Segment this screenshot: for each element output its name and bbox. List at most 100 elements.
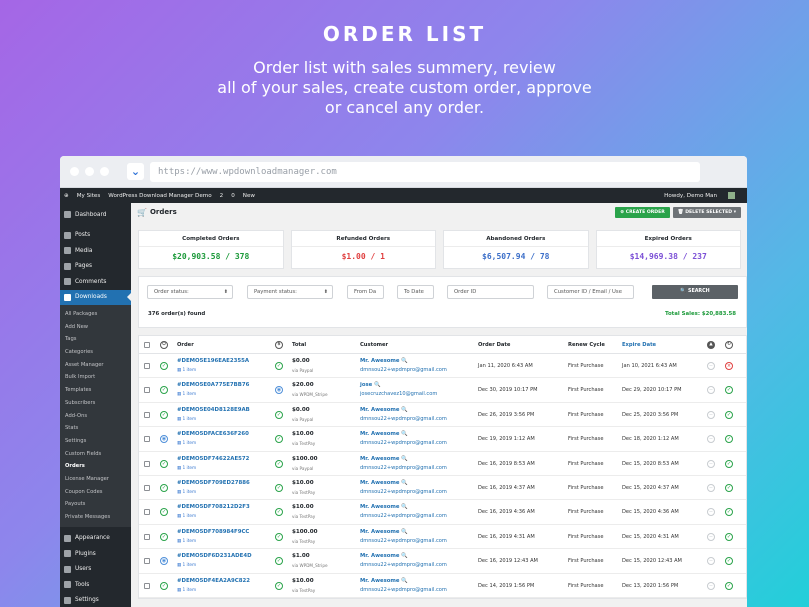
customer-name-link[interactable]: Mr. Awesome 🔍 <box>360 504 408 510</box>
row-checkbox[interactable] <box>144 484 150 491</box>
table-row[interactable]: ✓ #DEMO5DF74622AE572 ▦ 1 item ✓ $100.00 via P… <box>139 452 746 476</box>
row-state-icon[interactable]: ✓ <box>725 435 733 444</box>
submenu-item[interactable]: Stats <box>60 422 131 435</box>
window-close-button[interactable] <box>70 167 79 176</box>
sidebar-item-tools[interactable]: Tools <box>60 577 131 593</box>
submenu-item[interactable]: Private Messages <box>60 511 131 524</box>
table-row[interactable]: ◉ #DEMO5DF6D231ADE4D ▦ 1 item ✓ $1.00 via WPD… <box>139 549 746 574</box>
sidebar-item-downloads[interactable]: Downloads <box>60 289 131 305</box>
sidebar-item-settings[interactable]: Settings <box>60 593 131 607</box>
row-checkbox[interactable] <box>144 460 150 467</box>
submenu-item[interactable]: Payouts <box>60 498 131 511</box>
admin-bar-updates[interactable]: 2 <box>220 193 224 199</box>
create-order-button[interactable]: ⊕ CREATE ORDER <box>615 206 670 218</box>
row-checkbox[interactable] <box>144 387 150 394</box>
customer-name-link[interactable]: Mr. Awesome 🔍 <box>360 358 408 364</box>
row-checkbox[interactable] <box>144 363 150 369</box>
from-date-input[interactable]: From Da <box>347 285 384 299</box>
submenu-item[interactable]: All Packages <box>60 308 131 321</box>
sidebar-item-comments[interactable]: Comments <box>60 274 131 290</box>
row-state-icon[interactable]: × <box>725 362 733 370</box>
customer-email[interactable]: dmnsou22+wpdmpro@gmail.com <box>360 465 447 471</box>
submenu-item[interactable]: Coupon Codes <box>60 486 131 499</box>
order-status-select[interactable]: Order status: <box>147 285 233 299</box>
column-renew-cycle[interactable]: Renew Cycle <box>568 342 605 348</box>
column-order[interactable]: Order <box>177 342 194 348</box>
customer-name-link[interactable]: Mr. Awesome 🔍 <box>360 529 408 535</box>
customer-name-link[interactable]: Mr. Awesome 🔍 <box>360 480 408 486</box>
sidebar-item-users[interactable]: Users <box>60 562 131 578</box>
submenu-item[interactable]: Categories <box>60 346 131 359</box>
order-id-link[interactable]: #DEMO5DF708984F9CC <box>177 529 249 535</box>
row-action-icon[interactable]: − <box>707 459 715 468</box>
search-button[interactable]: 🔍 SEARCH <box>652 285 738 299</box>
search-icon[interactable]: 🔍 <box>401 578 408 584</box>
search-icon[interactable]: 🔍 <box>374 382 381 388</box>
row-action-icon[interactable]: − <box>707 532 715 541</box>
customer-search-input[interactable]: Customer ID / Email / Use <box>547 285 634 299</box>
customer-name-link[interactable]: Mr. Awesome 🔍 <box>360 578 408 584</box>
table-row[interactable]: ✓ #DEMO5DF4EA2A9C822 ▦ 1 item ✓ $10.00 via Te… <box>139 574 746 598</box>
admin-bar-site-name[interactable]: WordPress Download Manager Demo <box>108 193 211 199</box>
order-id-link[interactable]: #DEMO5E04D8128E9AB <box>177 407 250 413</box>
column-customer[interactable]: Customer <box>360 342 388 348</box>
payment-status-select[interactable]: Payment status: <box>247 285 333 299</box>
submenu-item[interactable]: Settings <box>60 435 131 448</box>
row-checkbox[interactable] <box>144 436 150 443</box>
row-checkbox[interactable] <box>144 411 150 418</box>
order-id-link[interactable]: #DEMO5DF708212D2F3 <box>177 504 250 510</box>
submenu-item[interactable]: Bulk Import <box>60 371 131 384</box>
row-checkbox[interactable] <box>144 558 150 565</box>
customer-email[interactable]: dmnsou22+wpdmpro@gmail.com <box>360 416 447 422</box>
table-row[interactable]: ✓ #DEMO5DF709ED27886 ▦ 1 item ✓ $10.00 via Te… <box>139 476 746 501</box>
row-action-icon[interactable]: − <box>707 557 715 566</box>
search-icon[interactable]: 🔍 <box>401 456 408 462</box>
customer-email[interactable]: dmnsou22+wpdmpro@gmail.com <box>360 587 447 593</box>
row-checkbox[interactable] <box>144 533 150 540</box>
window-maximize-button[interactable] <box>100 167 109 176</box>
customer-name-link[interactable]: Mr. Awesome 🔍 <box>360 407 408 413</box>
row-action-icon[interactable]: − <box>707 362 715 370</box>
submenu-item[interactable]: Add-Ons <box>60 410 131 423</box>
order-id-link[interactable]: #DEMO5DF6D231ADE4D <box>177 553 252 559</box>
row-action-icon[interactable]: − <box>707 483 715 492</box>
table-row[interactable]: ◉ #DEMO5DFACE636F260 ▦ 1 item ✓ $10.00 via Te… <box>139 427 746 452</box>
sidebar-item-dashboard[interactable]: Dashboard <box>60 207 131 223</box>
submenu-item[interactable]: Add New <box>60 321 131 334</box>
delete-selected-button[interactable]: 🗑 DELETE SELECTED ▾ <box>672 206 741 218</box>
address-bar[interactable]: https://www.wpdownloadmanager.com <box>150 161 700 182</box>
sidebar-item-posts[interactable]: Posts <box>60 228 131 244</box>
table-row[interactable]: ✓ #DEMO5E04D8128E9AB ▦ 1 item ✓ $0.00 via Pay… <box>139 403 746 428</box>
window-minimize-button[interactable] <box>85 167 94 176</box>
search-icon[interactable]: 🔍 <box>401 529 408 535</box>
customer-email[interactable]: dmnsou22+wpdmpro@gmail.com <box>360 513 447 519</box>
customer-email[interactable]: dmnsou22+wpdmpro@gmail.com <box>360 562 447 568</box>
order-id-link[interactable]: #DEMO5DFACE636F260 <box>177 431 249 437</box>
submenu-item-orders[interactable]: Orders <box>60 460 131 473</box>
order-id-link[interactable]: #DEMO5DF709ED27886 <box>177 480 250 486</box>
customer-name-link[interactable]: Mr. Awesome 🔍 <box>360 456 408 462</box>
admin-bar-new[interactable]: New <box>243 193 255 199</box>
submenu-item[interactable]: License Manager <box>60 473 131 486</box>
wordpress-logo-icon[interactable]: ⊕ <box>64 193 69 199</box>
row-checkbox[interactable] <box>144 582 150 589</box>
admin-bar-account[interactable]: Howdy, Demo Man <box>664 192 743 199</box>
row-action-icon[interactable]: − <box>707 410 715 419</box>
search-icon[interactable]: 🔍 <box>401 431 408 437</box>
row-action-icon[interactable]: − <box>707 386 715 395</box>
order-id-link[interactable]: #DEMO5DF74622AE572 <box>177 456 249 462</box>
search-icon[interactable]: 🔍 <box>401 504 408 510</box>
table-row[interactable]: ✓ #DEMO5E196EAE2355A ▦ 1 item ✓ $0.00 via Pay… <box>139 354 746 379</box>
row-state-icon[interactable]: ✓ <box>725 386 733 395</box>
submenu-item[interactable]: Custom Fields <box>60 448 131 461</box>
column-total[interactable]: Total <box>292 342 306 348</box>
column-expire-date[interactable]: Expire Date <box>622 342 656 348</box>
row-action-icon[interactable]: − <box>707 581 715 590</box>
table-row[interactable]: ✓ #DEMO5DF708212D2F3 ▦ 1 item ✓ $10.00 via Te… <box>139 500 746 525</box>
row-state-icon[interactable]: ✓ <box>725 459 733 468</box>
table-row[interactable]: ✓ #DEMO5DF708984F9CC ▦ 1 item ✓ $100.00 via T… <box>139 525 746 550</box>
search-icon[interactable]: 🔍 <box>401 480 408 486</box>
sidebar-item-media[interactable]: Media <box>60 243 131 259</box>
extension-icon[interactable]: ⌄ <box>127 163 144 180</box>
customer-email[interactable]: josecruzchavez10@gmail.com <box>360 391 437 397</box>
